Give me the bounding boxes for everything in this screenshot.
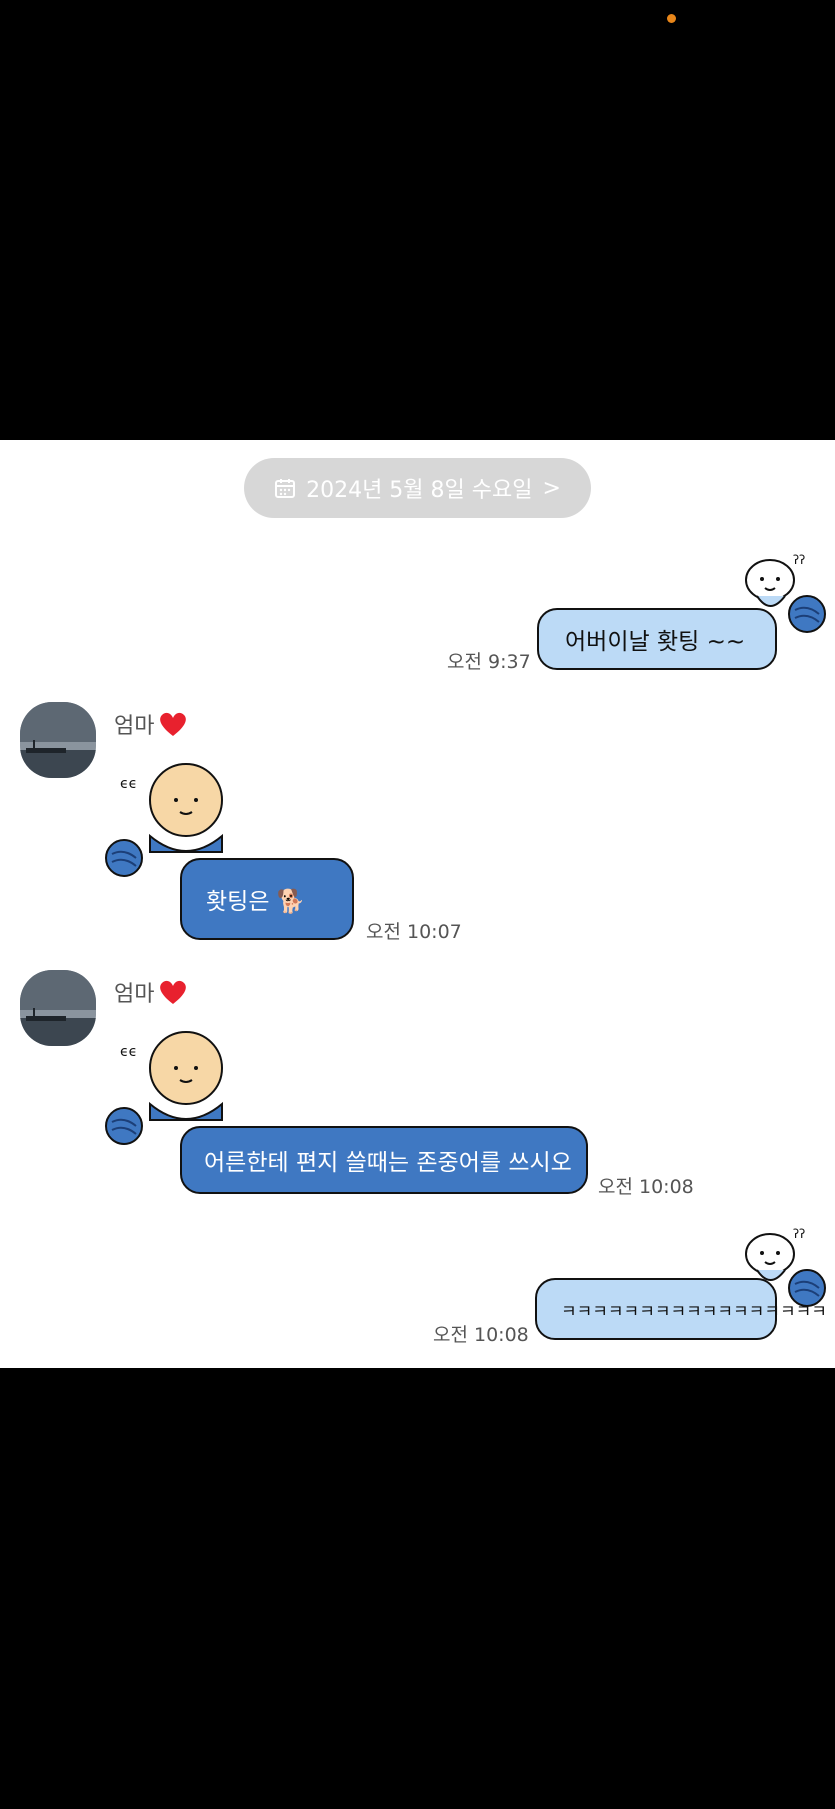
- avatar[interactable]: [20, 702, 96, 778]
- message-bubble-received[interactable]: 홧팅은 🐕: [180, 858, 354, 940]
- svg-text:ʔʔ: ʔʔ: [793, 553, 805, 567]
- message-text: 어버이날 홧팅 ~~: [565, 629, 746, 655]
- message-text: 홧팅은 🐕: [206, 889, 306, 915]
- status-indicator-dot: [667, 14, 676, 23]
- message-time: 오전 10:07: [366, 921, 462, 943]
- heart-icon: [160, 980, 187, 1004]
- svg-text:ϵϵ: ϵϵ: [120, 1044, 137, 1060]
- sender-name: 엄마: [114, 708, 188, 740]
- sender-name-label: 엄마: [114, 982, 155, 1007]
- chat-area[interactable]: 2024년 5월 8일 수요일 > ʔʔ 어버이날 홧팅 ~~ 오전 9:37 …: [0, 440, 835, 1368]
- calendar-icon: [275, 479, 296, 498]
- svg-text:ϵϵ: ϵϵ: [120, 776, 137, 792]
- message-bubble-mine[interactable]: ㅋㅋㅋㅋㅋㅋㅋㅋㅋㅋㅋㅋㅋㅋㅋㅋㅋ: [535, 1278, 827, 1340]
- avatar[interactable]: [20, 970, 96, 1046]
- svg-text:ʔʔ: ʔʔ: [793, 1227, 805, 1241]
- message-time: 오전 9:37: [447, 651, 531, 673]
- date-label: 2024년 5월 8일 수요일: [306, 478, 533, 503]
- chevron-right-icon: >: [542, 475, 561, 501]
- message-text: ㅋㅋㅋㅋㅋㅋㅋㅋㅋㅋㅋㅋㅋㅋㅋㅋㅋ: [561, 1301, 827, 1322]
- sender-name: 엄마: [114, 976, 188, 1008]
- sender-name-label: 엄마: [114, 714, 155, 739]
- heart-icon: [160, 712, 187, 736]
- date-divider[interactable]: 2024년 5월 8일 수요일 >: [244, 458, 591, 518]
- message-bubble-mine[interactable]: 어버이날 홧팅 ~~: [537, 608, 777, 670]
- message-bubble-received[interactable]: 어른한테 편지 쓸때는 존중어를 쓰시오: [180, 1126, 588, 1194]
- message-time: 오전 10:08: [433, 1324, 529, 1346]
- message-text: 어른한테 편지 쓸때는 존중어를 쓰시오: [204, 1150, 572, 1176]
- message-time: 오전 10:08: [598, 1176, 694, 1198]
